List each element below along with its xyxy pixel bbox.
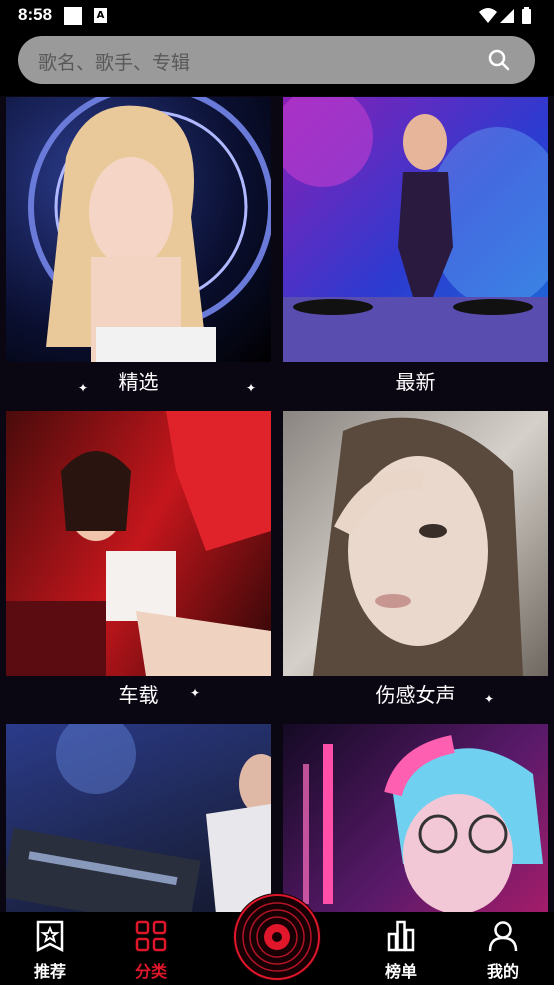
search-placeholder[interactable]: 歌名、歌手、专辑 [38,48,190,75]
nav-label: 分类 [134,962,167,981]
grid-icon [135,920,167,952]
wifi-icon [479,8,497,23]
bar-chart-icon [387,920,415,952]
search-bar[interactable]: 歌名、歌手、专辑 [18,36,535,84]
category-grid: 精选 最新 车载 伤感女声 ✦ ✦ ✦ ✦ [0,96,554,912]
play-disc-button[interactable] [233,893,321,981]
nav-item-recommend[interactable]: 推荐 [20,920,80,982]
status-bar: 8:58 A [0,0,554,32]
person-icon [488,921,518,952]
battery-icon [522,9,531,24]
app-notification-icon: A [94,8,107,23]
category-tile-latest[interactable] [283,97,548,362]
notification-icon [64,7,82,25]
vinyl-record-icon [234,894,320,980]
status-time: 8:58 [18,5,53,24]
category-cover-image [313,417,523,676]
category-label[interactable]: 伤感女声 [283,679,548,708]
category-cover-image [6,411,271,676]
category-cover-image [6,724,271,912]
sparkle-decoration: ✦ [190,686,201,700]
star-bookmark-icon [36,920,64,953]
nav-item-mine[interactable]: 我的 [473,920,533,982]
category-cover-image [28,97,271,362]
sparkle-decoration: ✦ [246,381,257,395]
category-tile-neon[interactable] [283,724,548,912]
category-tile-dj[interactable] [6,724,271,912]
category-cover-image [303,735,543,912]
sparkle-decoration: ✦ [484,692,495,706]
category-tile-sad-female[interactable] [283,411,548,676]
sparkle-decoration: ✦ [78,381,89,395]
category-label[interactable]: 最新 [283,366,548,395]
category-cover-image [283,97,548,362]
nav-item-category[interactable]: 分类 [121,920,181,982]
category-label[interactable]: 精选 [6,366,271,395]
category-label[interactable]: 车载 [6,679,271,708]
status-icons [478,6,538,26]
category-tile-featured[interactable] [6,97,271,362]
nav-item-charts[interactable]: 榜单 [371,920,431,982]
category-tile-car[interactable] [6,411,271,676]
nav-label: 推荐 [33,962,66,981]
signal-icon [500,9,514,23]
nav-label: 榜单 [384,962,417,981]
search-icon[interactable] [487,48,511,76]
nav-label: 我的 [486,962,519,981]
